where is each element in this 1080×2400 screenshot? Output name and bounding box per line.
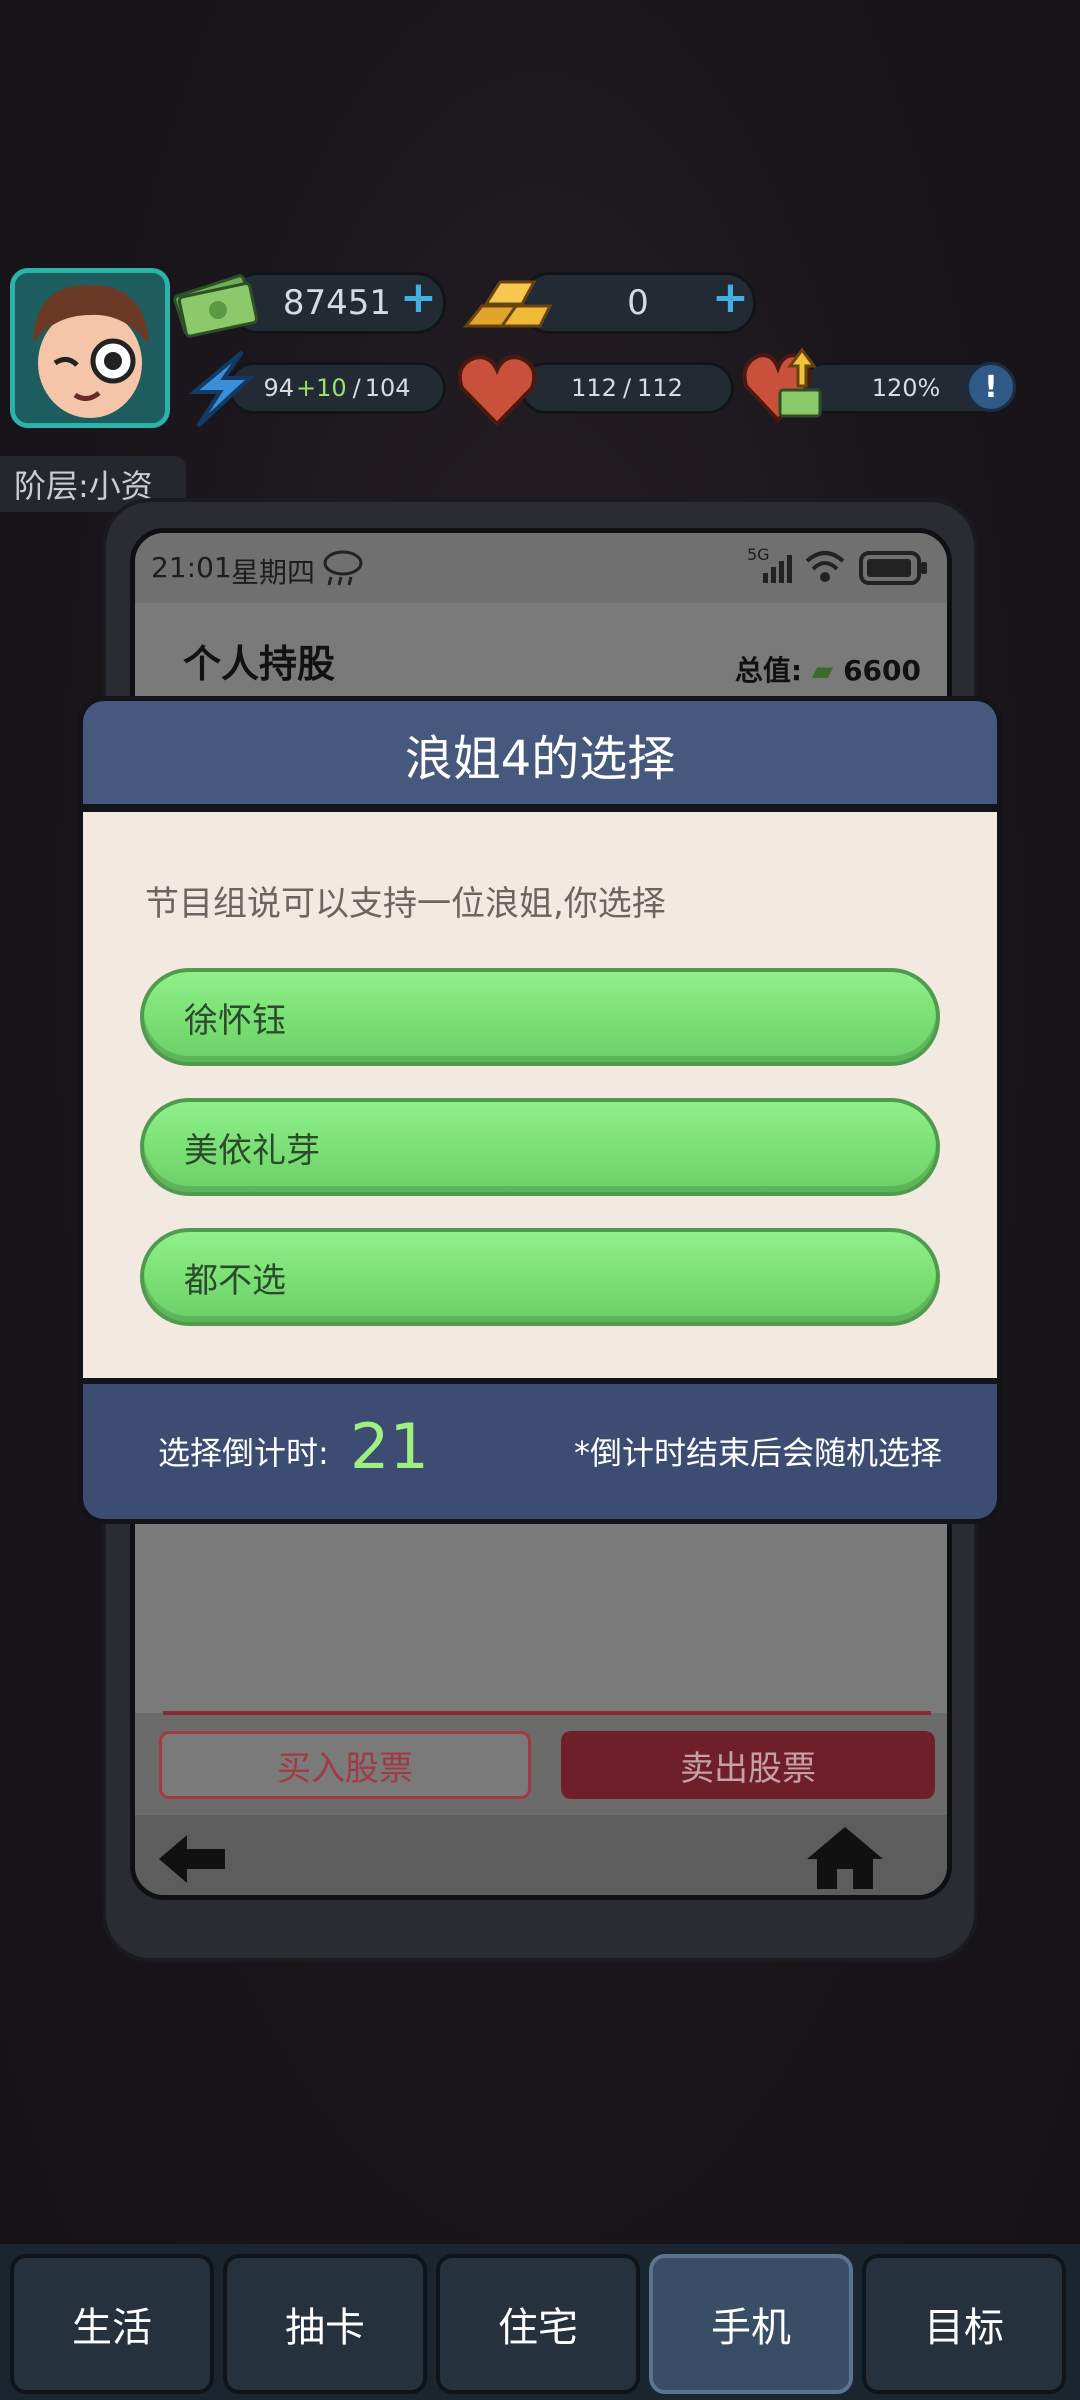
countdown-label: 选择倒计时:	[158, 1434, 329, 1472]
status-weekday: 星期四	[231, 556, 316, 589]
health-counter: 112 / 112	[520, 362, 734, 414]
page-title: 个人持股	[183, 642, 336, 686]
info-icon[interactable]: !	[966, 362, 1016, 412]
rain-cloud-icon	[323, 550, 363, 586]
modal-prompt: 节目组说可以支持一位浪姐,你选择	[145, 884, 666, 924]
add-gold-button[interactable]: +	[712, 272, 749, 323]
portfolio-total: 总值: ▰ 6600	[735, 649, 921, 689]
divider	[163, 1711, 931, 1715]
wifi-icon	[805, 551, 845, 582]
money-icon: ▰	[811, 654, 834, 687]
home-icon[interactable]	[805, 1825, 885, 1891]
countdown-value: 21	[350, 1410, 429, 1483]
health-current: 112	[571, 374, 617, 402]
tab-life[interactable]: 生活	[10, 2254, 214, 2394]
player-avatar[interactable]	[10, 268, 170, 428]
battery-icon	[859, 551, 927, 585]
phone-nav-bar	[135, 1815, 947, 1895]
modal-divider-top	[78, 804, 1002, 812]
buy-stock-button[interactable]: 买入股票	[159, 1731, 531, 1799]
back-arrow-icon[interactable]	[157, 1831, 227, 1887]
energy-bolt-icon	[188, 350, 256, 428]
gold-value: 0	[627, 283, 649, 323]
gold-bars-icon	[462, 280, 553, 328]
energy-bonus: +10	[295, 374, 347, 402]
avatar-portrait-icon	[15, 273, 165, 423]
option-button-2[interactable]: 美依礼芽	[140, 1098, 940, 1196]
income-rate-value: 120%	[871, 374, 941, 402]
cash-icon	[173, 274, 259, 338]
phone-status-bar: 21:01 星期四 5G	[135, 533, 947, 603]
energy-base: 94	[263, 374, 294, 402]
heart-money-up-icon	[742, 347, 822, 423]
health-max: 112	[637, 374, 683, 402]
countdown-note: *倒计时结束后会随机选择	[573, 1434, 942, 1472]
total-value: 6600	[843, 654, 921, 687]
signal-icon	[763, 555, 792, 583]
heart-icon	[457, 355, 537, 427]
option-button-3[interactable]: 都不选	[140, 1228, 940, 1326]
sell-stock-button[interactable]: 卖出股票	[561, 1731, 935, 1799]
energy-max: 104	[364, 374, 411, 402]
tab-gacha[interactable]: 抽卡	[223, 2254, 427, 2394]
add-cash-button[interactable]: +	[400, 272, 437, 323]
total-label: 总值:	[734, 654, 803, 687]
cash-value: 87451	[282, 283, 392, 323]
option-button-1[interactable]: 徐怀钰	[140, 968, 940, 1066]
tab-housing[interactable]: 住宅	[436, 2254, 640, 2394]
status-time: 21:01	[151, 551, 232, 584]
tab-goals[interactable]: 目标	[862, 2254, 1066, 2394]
tab-phone[interactable]: 手机	[649, 2254, 853, 2394]
modal-title: 浪姐4的选择	[78, 696, 1002, 806]
